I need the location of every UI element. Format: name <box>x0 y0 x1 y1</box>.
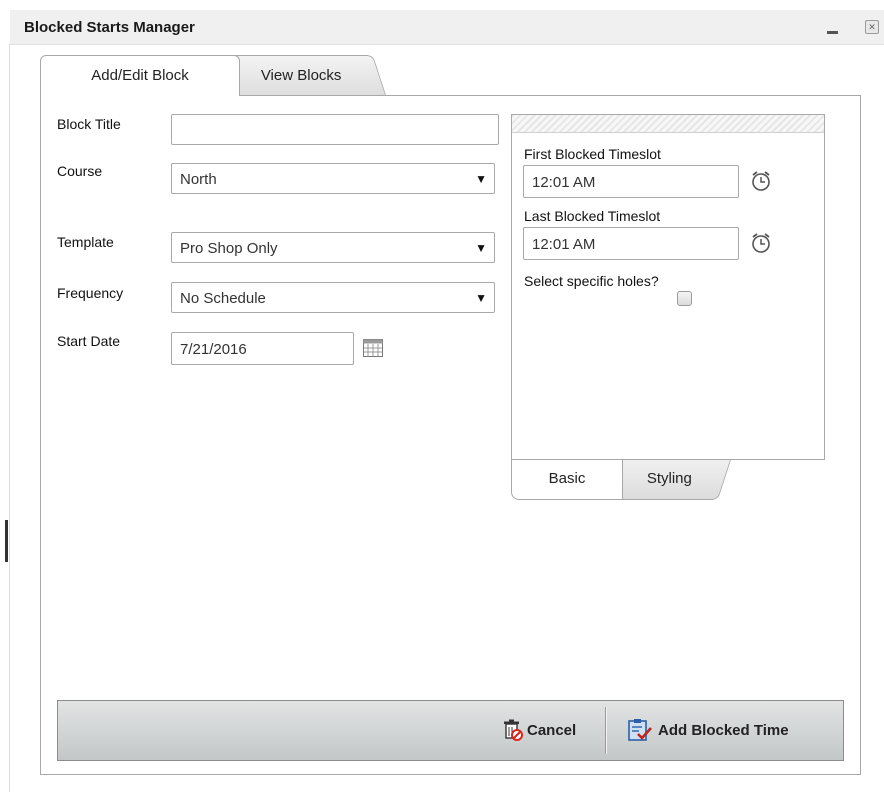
tab-label: View Blocks <box>260 67 342 84</box>
template-label: Template <box>57 234 114 250</box>
add-edit-block-panel: Block Title Course North ▼ Template Pro … <box>40 95 861 775</box>
window-title: Blocked Starts Manager <box>24 19 195 36</box>
frequency-label: Frequency <box>57 285 124 301</box>
chevron-down-icon: ▼ <box>475 291 487 305</box>
action-footer: Cancel Add Blocked Time <box>57 700 844 761</box>
specific-holes-checkbox[interactable] <box>677 291 692 306</box>
block-title-label: Block Title <box>57 116 121 132</box>
cancel-button[interactable]: Cancel <box>499 701 603 760</box>
chevron-down-icon: ▼ <box>475 241 487 255</box>
frequency-value: No Schedule <box>180 290 266 307</box>
add-blocked-time-button[interactable]: Add Blocked Time <box>626 701 831 760</box>
basic-settings-box: First Blocked Timeslot 12:01 AM Last Blo… <box>511 114 825 460</box>
cancel-label: Cancel <box>527 722 577 739</box>
last-timeslot-input[interactable]: 12:01 AM <box>523 227 739 260</box>
last-timeslot-value: 12:01 AM <box>532 236 596 253</box>
window-left-border <box>9 44 10 792</box>
subtab-label: Styling <box>647 470 693 487</box>
minimize-button[interactable] <box>826 20 840 34</box>
specific-holes-label: Select specific holes? <box>524 273 659 289</box>
template-value: Pro Shop Only <box>180 240 278 257</box>
tab-label: Add/Edit Block <box>91 67 189 84</box>
course-label: Course <box>57 163 103 179</box>
subtab-styling[interactable]: Styling <box>608 460 731 500</box>
alarm-clock-icon[interactable] <box>750 232 772 254</box>
course-select[interactable]: North ▼ <box>171 163 495 194</box>
last-timeslot-label: Last Blocked Timeslot <box>524 208 661 224</box>
template-select[interactable]: Pro Shop Only ▼ <box>171 232 495 263</box>
subtab-basic[interactable]: Basic <box>511 460 623 500</box>
trash-cancel-icon <box>504 719 523 741</box>
add-blocked-time-label: Add Blocked Time <box>658 722 789 739</box>
chevron-down-icon: ▼ <box>475 172 487 186</box>
checklist-icon <box>628 719 652 741</box>
tab-view-blocks[interactable]: View Blocks <box>215 55 386 95</box>
alarm-clock-icon[interactable] <box>750 170 772 192</box>
calendar-icon[interactable] <box>363 339 383 357</box>
resize-handle[interactable] <box>5 520 8 562</box>
subtab-label: Basic <box>548 470 586 487</box>
window-titlebar: Blocked Starts Manager ✕ <box>10 10 884 45</box>
start-date-label: Start Date <box>57 333 121 349</box>
first-timeslot-input[interactable]: 12:01 AM <box>523 165 739 198</box>
first-timeslot-value: 12:01 AM <box>532 174 596 191</box>
frequency-select[interactable]: No Schedule ▼ <box>171 282 495 313</box>
block-title-input[interactable] <box>171 114 499 145</box>
button-separator <box>605 707 607 754</box>
first-timeslot-label: First Blocked Timeslot <box>524 146 661 162</box>
course-value: North <box>180 171 217 188</box>
tab-add-edit-block[interactable]: Add/Edit Block <box>40 55 240 96</box>
start-date-input[interactable]: 7/21/2016 <box>171 332 354 365</box>
start-date-value: 7/21/2016 <box>180 341 247 358</box>
close-button[interactable]: ✕ <box>865 20 879 34</box>
box-header <box>512 115 824 133</box>
